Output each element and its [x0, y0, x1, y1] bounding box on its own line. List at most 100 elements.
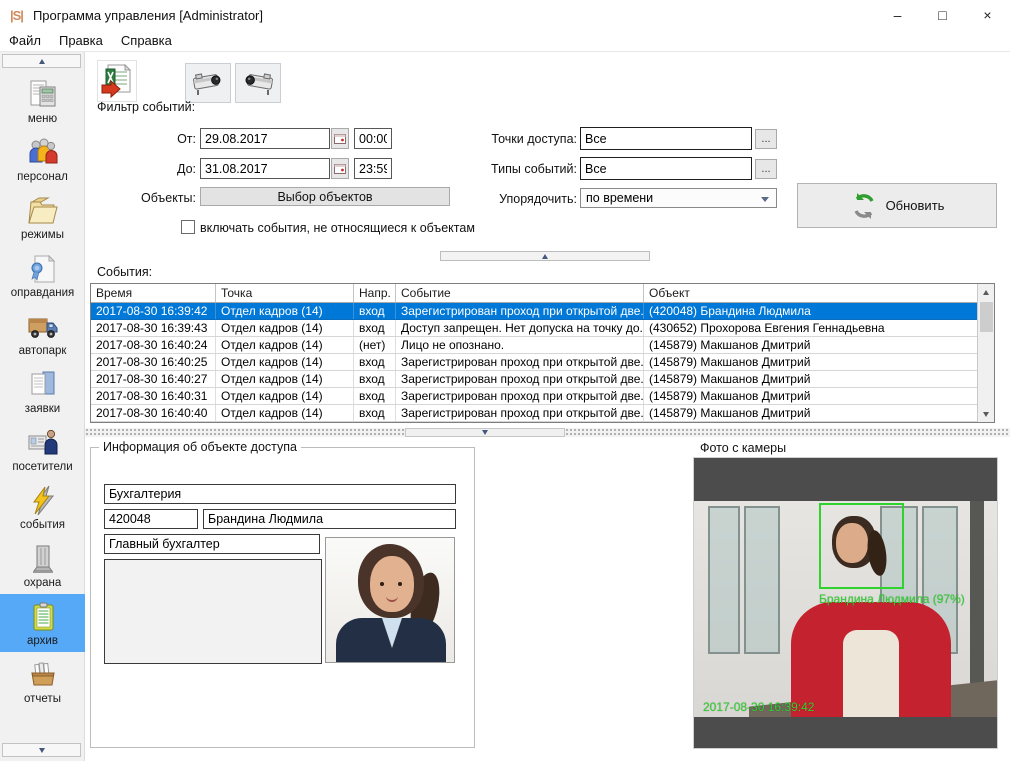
calendar-icon: [334, 163, 346, 174]
sidebar-item-menu[interactable]: меню: [0, 72, 85, 130]
sidebar-item-visitors[interactable]: посетители: [0, 420, 85, 478]
horizontal-splitter[interactable]: [85, 428, 1010, 437]
id-field[interactable]: [104, 509, 198, 529]
table-row[interactable]: 2017-08-30 16:40:27 Отдел кадров (14) вх…: [91, 371, 977, 388]
down-arrow-icon: [39, 748, 45, 753]
camera-button-2[interactable]: [235, 63, 281, 103]
photo-face: [370, 556, 414, 612]
scrollbar-thumb[interactable]: [980, 302, 993, 332]
cell-point: Отдел кадров (14): [216, 405, 354, 421]
sidebar-item-fleet[interactable]: автопарк: [0, 304, 85, 362]
minimize-button[interactable]: –: [875, 0, 920, 30]
maximize-button[interactable]: □: [920, 0, 965, 30]
menu-edit[interactable]: Правка: [50, 31, 112, 50]
cell-event: Доступ запрещен. Нет допуска на точку до…: [396, 320, 644, 336]
from-date-input[interactable]: [200, 128, 330, 149]
col-direction[interactable]: Напр.: [354, 284, 396, 302]
splitter-handle[interactable]: [405, 428, 565, 437]
sidebar-item-label: посетители: [12, 461, 72, 473]
col-object[interactable]: Объект: [644, 284, 977, 302]
table-row[interactable]: 2017-08-30 16:40:31 Отдел кадров (14) вх…: [91, 388, 977, 405]
cell-time: 2017-08-30 16:40:40: [91, 405, 216, 421]
camera-button-1[interactable]: [185, 63, 231, 103]
face-detection-box: [819, 503, 904, 589]
col-point[interactable]: Точка: [216, 284, 354, 302]
sidebar-item-events[interactable]: события: [0, 478, 85, 536]
access-points-input[interactable]: [580, 127, 752, 150]
table-row[interactable]: 2017-08-30 16:40:25 Отдел кадров (14) вх…: [91, 354, 977, 371]
department-field[interactable]: [104, 484, 456, 504]
camera-panel-label: Фото с камеры: [700, 441, 786, 455]
cell-direction: вход: [354, 371, 396, 387]
table-row[interactable]: 2017-08-30 16:40:24 Отдел кадров (14) (н…: [91, 337, 977, 354]
guard-device-icon: [26, 542, 60, 576]
personnel-icon: [26, 136, 60, 170]
filter-section-label: Фильтр событий:: [97, 100, 195, 114]
app-icon: |S|: [10, 8, 23, 23]
sidebar-item-label: автопарк: [19, 345, 67, 357]
events-section-label: События:: [97, 265, 152, 279]
sidebar-item-modes[interactable]: режимы: [0, 188, 85, 246]
from-date-calendar-button[interactable]: [331, 128, 349, 149]
menu-file[interactable]: Файл: [0, 31, 50, 50]
table-scrollbar[interactable]: [977, 284, 994, 422]
from-time-input[interactable]: [354, 128, 392, 149]
order-dropdown-value: по времени: [586, 191, 653, 205]
sidebar-item-reports[interactable]: отчеты: [0, 652, 85, 710]
sidebar-item-guard[interactable]: охрана: [0, 536, 85, 594]
to-date-calendar-button[interactable]: [331, 158, 349, 179]
position-field[interactable]: [104, 534, 320, 554]
table-row[interactable]: 2017-08-30 16:39:42 Отдел кадров (14) вх…: [91, 303, 977, 320]
up-arrow-icon: [542, 254, 548, 259]
cell-time: 2017-08-30 16:40:25: [91, 354, 216, 370]
sidebar-item-archive[interactable]: архив: [0, 594, 85, 652]
sidebar-item-justifications[interactable]: оправдания: [0, 246, 85, 304]
order-dropdown[interactable]: по времени: [580, 188, 777, 208]
to-time-input[interactable]: [354, 158, 392, 179]
to-date-input[interactable]: [200, 158, 330, 179]
export-excel-button[interactable]: [97, 60, 137, 102]
photo-body: [336, 618, 446, 663]
sidebar-scroll-down-button[interactable]: [2, 743, 81, 757]
cell-point: Отдел кадров (14): [216, 371, 354, 387]
sidebar-item-requests[interactable]: заявки: [0, 362, 85, 420]
collapse-splitter[interactable]: [440, 251, 650, 261]
select-objects-button[interactable]: Выбор объектов: [200, 187, 450, 206]
cell-object: (145879) Макшанов Дмитрий: [644, 371, 977, 387]
sidebar-item-label: отчеты: [24, 693, 61, 705]
glass-panel: [744, 506, 780, 654]
camera-letterbox-bottom: [694, 717, 998, 749]
lightning-icon: [26, 484, 60, 518]
cell-object: (145879) Макшанов Дмитрий: [644, 354, 977, 370]
cell-object: (145879) Макшанов Дмитрий: [644, 337, 977, 353]
sidebar-item-label: режимы: [21, 229, 64, 241]
event-types-input[interactable]: [580, 157, 752, 180]
table-row[interactable]: 2017-08-30 16:40:40 Отдел кадров (14) вх…: [91, 405, 977, 422]
include-events-checkbox[interactable]: [181, 220, 195, 234]
cell-point: Отдел кадров (14): [216, 388, 354, 404]
cell-event: Зарегистрирован проход при открытой две.…: [396, 303, 644, 319]
comment-box[interactable]: [104, 559, 322, 664]
sidebar-items: меню персонал режимы оправдания автопарк: [0, 72, 85, 710]
close-button[interactable]: ×: [965, 0, 1010, 30]
scrollbar-up-button[interactable]: [978, 284, 995, 300]
cell-event: Зарегистрирован проход при открытой две.…: [396, 354, 644, 370]
refresh-button[interactable]: Обновить: [797, 183, 997, 228]
info-group-label: Информация об объекте доступа: [99, 440, 301, 454]
name-field[interactable]: [203, 509, 456, 529]
sidebar-item-personnel[interactable]: персонал: [0, 130, 85, 188]
col-event[interactable]: Событие: [396, 284, 644, 302]
col-time[interactable]: Время: [91, 284, 216, 302]
refresh-icon: [850, 192, 878, 220]
truck-icon: [26, 310, 60, 344]
camera-photo: Брандина Людмила (97%) 2017-08-30 16:39:…: [693, 457, 998, 749]
visitor-badge-icon: [26, 426, 60, 460]
menu-help[interactable]: Справка: [112, 31, 181, 50]
scrollbar-down-button[interactable]: [978, 406, 995, 422]
table-row[interactable]: 2017-08-30 16:39:43 Отдел кадров (14) вх…: [91, 320, 977, 337]
camera-letterbox-top: [694, 458, 998, 501]
window-title: Программа управления [Administrator]: [33, 8, 263, 23]
event-types-more-button[interactable]: ...: [755, 159, 777, 179]
access-points-more-button[interactable]: ...: [755, 129, 777, 149]
sidebar-scroll-up-button[interactable]: [2, 54, 81, 68]
